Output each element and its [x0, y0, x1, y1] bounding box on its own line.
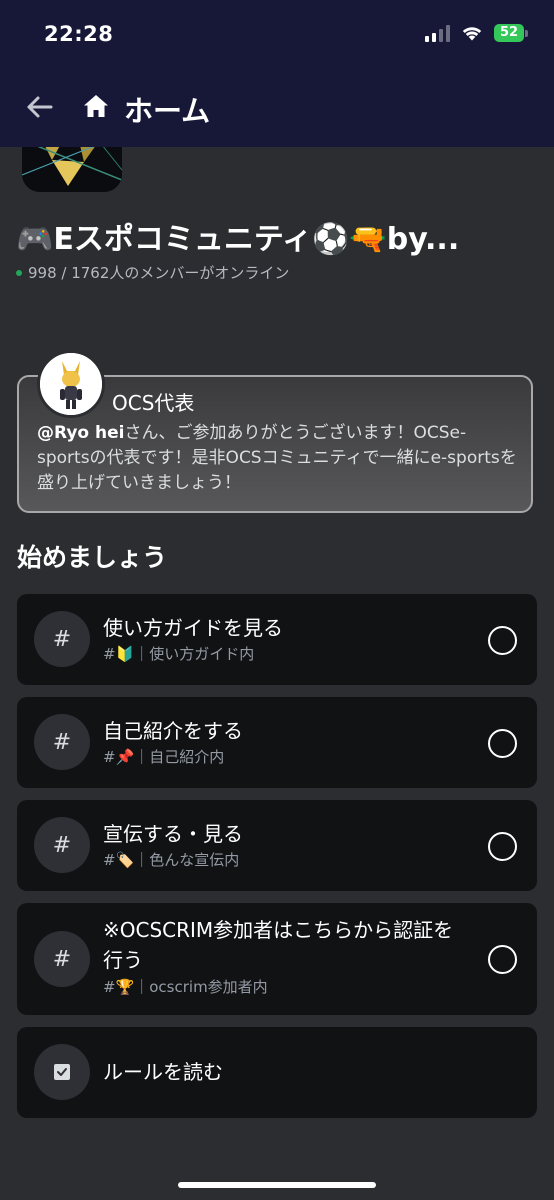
home-indicator[interactable] — [178, 1182, 376, 1188]
status-time: 22:28 — [44, 22, 114, 46]
task-subtitle: #🏷️｜色んな宣伝内 — [103, 851, 240, 869]
task-guide[interactable]: # 使い方ガイドを見る #🔰｜使い方ガイド内 — [17, 594, 537, 685]
home-icon — [84, 95, 108, 117]
task-subtitle: #📌｜自己紹介内 — [103, 748, 225, 766]
circle-checkbox-icon[interactable] — [488, 945, 517, 974]
online-dot-icon — [16, 269, 22, 276]
task-subtitle: #🏆｜ocscrim参加者内 — [103, 978, 268, 996]
battery-cap — [525, 29, 528, 37]
channel-hash-icon: # — [34, 931, 90, 987]
task-title: ルールを読む — [103, 1060, 223, 1084]
task-introduction[interactable]: # 自己紹介をする #📌｜自己紹介内 — [17, 697, 537, 788]
avatar-image-icon — [40, 353, 102, 415]
circle-checkbox-icon[interactable] — [488, 832, 517, 861]
user-mention[interactable]: @Ryo hei — [37, 423, 124, 443]
rules-icon — [34, 1044, 90, 1100]
page-title: ホーム — [124, 94, 211, 128]
circle-checkbox-icon[interactable] — [488, 729, 517, 758]
task-title: 自己紹介をする — [103, 719, 243, 743]
status-icons: 52 — [425, 24, 528, 42]
task-ocscrim-verify[interactable]: # ※OCSCRIM参加者はこちらから認証を行う #🏆｜ocscrim参加者内 — [17, 903, 537, 1015]
welcome-author-name: OCS代表 — [112, 391, 195, 415]
task-read-rules[interactable]: ルールを読む — [17, 1027, 537, 1118]
top-navigation: 22:28 52 ホーム — [0, 0, 554, 147]
getting-started-title: 始めましょう — [17, 543, 168, 572]
channel-hash-icon: # — [34, 817, 90, 873]
arrow-left-icon — [27, 96, 53, 118]
channel-hash-icon: # — [34, 611, 90, 667]
wifi-icon — [462, 27, 482, 41]
welcome-message: @Ryo heiさん、ご参加ありがとうございます！OCSe-sportsの代表で… — [37, 421, 517, 496]
task-advertise[interactable]: # 宣伝する・見る #🏷️｜色んな宣伝内 — [17, 800, 537, 891]
rules-checklist-icon — [54, 1064, 70, 1080]
cellular-signal-icon — [425, 24, 450, 42]
app-screen: 22:28 52 ホーム 🎮Eスポコミュニティ⚽🔫by... 998 / 176… — [0, 0, 554, 1200]
task-title: 宣伝する・見る — [103, 822, 243, 846]
server-name: 🎮Eスポコミュニティ⚽🔫by... — [16, 222, 460, 257]
online-count-text: 998 / 1762人のメンバーがオンライン — [28, 264, 290, 282]
task-title: 使い方ガイドを見る — [103, 616, 283, 640]
channel-hash-icon: # — [34, 714, 90, 770]
welcome-author-avatar[interactable] — [37, 350, 105, 418]
online-count: 998 / 1762人のメンバーがオンライン — [16, 262, 289, 283]
circle-checkbox-icon[interactable] — [488, 626, 517, 655]
header: ホーム — [0, 76, 554, 138]
back-button[interactable] — [22, 90, 56, 124]
battery-indicator: 52 — [494, 24, 524, 42]
task-subtitle: #🔰｜使い方ガイド内 — [103, 645, 255, 663]
task-title: ※OCSCRIM参加者はこちらから認証を行う — [103, 918, 454, 972]
